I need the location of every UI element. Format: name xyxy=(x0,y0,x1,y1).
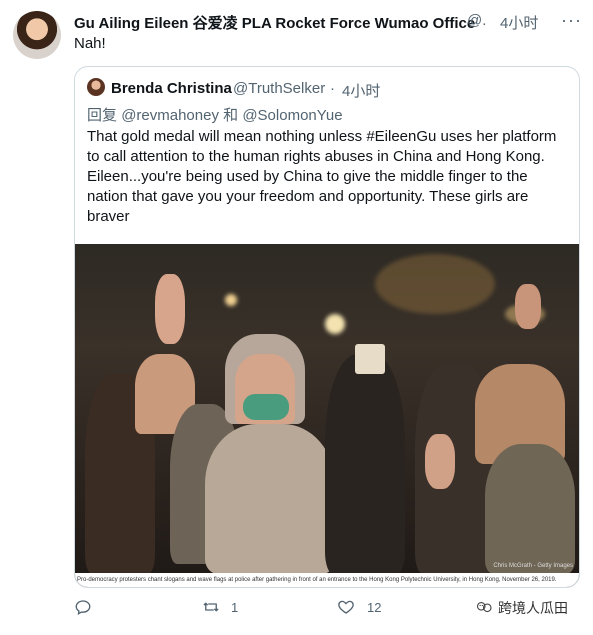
reply-button[interactable] xyxy=(74,598,100,616)
reply-and: 和 xyxy=(223,107,239,124)
tweet-text: Nah! xyxy=(74,35,106,52)
retweet-count: 1 xyxy=(231,599,239,615)
retweet-button[interactable]: 1 xyxy=(202,598,238,616)
quoted-avatar xyxy=(87,78,105,96)
reply-icon xyxy=(75,600,91,616)
quoted-tweet-text: That gold medal will mean nothing unless… xyxy=(87,128,557,225)
quoted-tweet[interactable]: Brenda Christina @TruthSelker · 4小时 回复 @… xyxy=(74,66,580,588)
quoted-time: 4小时 xyxy=(342,83,381,100)
user-handle[interactable]: @. xyxy=(467,12,486,29)
like-button[interactable]: 12 xyxy=(337,598,381,616)
quoted-photo[interactable]: Chris McGrath - Getty Images Pro-democra… xyxy=(75,244,579,587)
heart-icon xyxy=(338,600,354,614)
quoted-user-handle: @TruthSelker xyxy=(233,80,326,97)
reply-mention-1[interactable]: @revmahoney xyxy=(121,107,219,124)
photo-credit: Chris McGrath - Getty Images xyxy=(493,563,573,569)
display-name[interactable]: Gu Ailing Eileen 谷爱凌 PLA Rocket Force Wu… xyxy=(74,12,475,33)
avatar[interactable] xyxy=(13,11,61,59)
more-options-icon[interactable]: ··· xyxy=(561,10,582,31)
watermark-text: 跨境人瓜田 xyxy=(498,600,568,616)
photo-caption: Pro-democracy protesters chant slogans a… xyxy=(75,573,579,587)
reply-context: 回复 @revmahoney 和 @SolomonYue xyxy=(87,104,343,125)
quoted-display-name: Brenda Christina xyxy=(111,80,232,97)
retweet-icon xyxy=(203,602,219,612)
quoted-separator-dot: · xyxy=(330,80,335,97)
reply-mention-2[interactable]: @SolomonYue xyxy=(242,107,342,124)
watermark-icon xyxy=(476,601,492,613)
tweet-time[interactable]: 4小时 xyxy=(500,12,538,33)
like-count: 12 xyxy=(367,599,382,615)
reply-prefix: 回复 xyxy=(87,107,118,124)
